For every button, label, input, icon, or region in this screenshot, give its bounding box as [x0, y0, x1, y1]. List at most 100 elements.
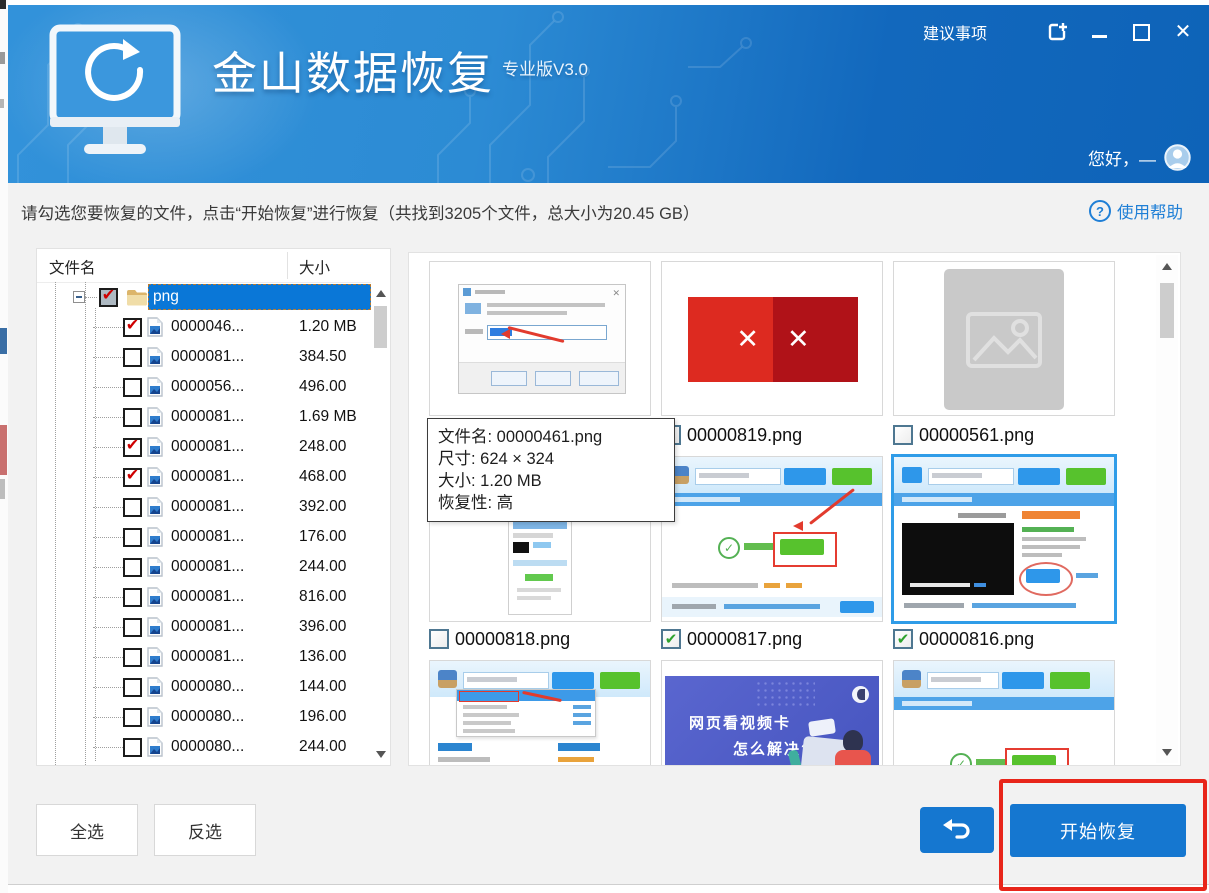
- file-checkbox[interactable]: [123, 468, 142, 487]
- file-size: 384.50: [299, 348, 377, 366]
- thumbnail-tile-red-x[interactable]: ✕✕: [661, 261, 883, 416]
- desktop-background-sliver: [0, 0, 8, 893]
- tree-file-row[interactable]: 0000081...392.00: [37, 492, 390, 522]
- file-checkbox[interactable]: [123, 408, 142, 427]
- scroll-thumb[interactable]: [374, 306, 387, 348]
- file-checkbox[interactable]: [123, 438, 142, 457]
- tree-file-row[interactable]: 0000080...196.00: [37, 702, 390, 732]
- image-file-icon: [146, 557, 164, 577]
- thumbnail-label: 00000561.png: [893, 423, 1034, 447]
- thumbnail-tile-search-dropdown[interactable]: [429, 660, 651, 766]
- start-recovery-button[interactable]: 开始恢复: [1010, 804, 1186, 857]
- tree-file-row[interactable]: 0000081...248.00: [37, 432, 390, 462]
- suggestions-link[interactable]: 建议事项: [923, 20, 987, 44]
- thumbnail-checkbox[interactable]: [893, 425, 913, 445]
- tree-file-row[interactable]: 0000081...396.00: [37, 612, 390, 642]
- file-checkbox[interactable]: [123, 678, 142, 697]
- broken-image-icon: [966, 312, 1042, 368]
- file-size: 196.00: [299, 708, 377, 726]
- maximize-button[interactable]: [1129, 20, 1153, 44]
- thumbnail-filename: 00000818.png: [455, 629, 570, 650]
- scroll-down-arrow[interactable]: [1156, 743, 1178, 761]
- file-checkbox[interactable]: [123, 618, 142, 637]
- thumbnail-tile-fix-result[interactable]: ✓: [661, 456, 883, 622]
- file-checkbox[interactable]: [123, 558, 142, 577]
- file-tree-panel: 文件名 大小 png 0000046...1.20 MB: [36, 248, 391, 766]
- thumbnail-label: 00000819.png: [661, 423, 802, 447]
- close-button[interactable]: ✕: [1171, 20, 1195, 44]
- thumbnail-checkbox[interactable]: [661, 629, 681, 649]
- file-size: 144.00: [299, 678, 377, 696]
- file-size: 816.00: [299, 588, 377, 606]
- file-size: 396.00: [299, 618, 377, 636]
- tree-file-row[interactable]: 0000081... 468.00: [37, 462, 390, 492]
- file-size: 248.00: [299, 438, 377, 456]
- file-checkbox[interactable]: [123, 588, 142, 607]
- file-checkbox[interactable]: [123, 498, 142, 517]
- help-question-icon: ?: [1089, 200, 1111, 222]
- user-avatar-icon[interactable]: [1164, 144, 1191, 171]
- select-all-button[interactable]: 全选: [36, 804, 138, 856]
- collapse-toggle-icon[interactable]: [73, 291, 85, 303]
- file-checkbox[interactable]: [123, 648, 142, 667]
- file-checkbox[interactable]: [123, 348, 142, 367]
- thumbnail-tile-run-dialog[interactable]: ✕: [429, 261, 651, 416]
- image-file-icon: [146, 497, 164, 517]
- file-name: 0000081...: [171, 498, 277, 516]
- image-file-icon: [146, 467, 164, 487]
- image-file-icon: [146, 527, 164, 547]
- tree-file-row[interactable]: 0000081...136.00: [37, 642, 390, 672]
- tree-file-row[interactable]: 0000080...244.00: [37, 732, 390, 762]
- tree-scrollbar[interactable]: [371, 282, 390, 765]
- image-file-icon: [146, 617, 164, 637]
- thumbnail-checkbox[interactable]: [429, 629, 449, 649]
- file-size: 468.00: [299, 468, 377, 486]
- grid-scrollbar[interactable]: [1156, 255, 1178, 763]
- scroll-up-arrow[interactable]: [371, 284, 390, 302]
- greeting: 您好，—: [1088, 144, 1191, 171]
- thumbnail-filename: 00000561.png: [919, 425, 1034, 446]
- file-checkbox[interactable]: [123, 318, 142, 337]
- folder-name: png: [153, 288, 179, 306]
- file-checkbox[interactable]: [123, 708, 142, 727]
- tree-file-row[interactable]: 0000081...384.50: [37, 342, 390, 372]
- image-file-icon: [146, 347, 164, 367]
- title-wrap: 金山数据恢复 专业版V3.0: [212, 49, 588, 99]
- scroll-down-arrow[interactable]: [371, 745, 390, 763]
- minimize-button[interactable]: [1087, 20, 1111, 44]
- tree-file-row[interactable]: 0000080... 144.00: [37, 672, 390, 702]
- selected-folder-highlight[interactable]: png: [148, 284, 371, 310]
- thumbnail-tile-video-page[interactable]: [893, 456, 1115, 622]
- help-link-label: 使用帮助: [1117, 199, 1183, 223]
- file-size: 496.00: [299, 378, 377, 396]
- file-name: 0000081...: [171, 468, 277, 486]
- folder-checkbox[interactable]: [99, 288, 118, 307]
- tree-file-row[interactable]: 0000046...1.20 MB: [37, 312, 390, 342]
- help-link[interactable]: ? 使用帮助: [1089, 199, 1183, 223]
- tree-file-row[interactable]: 0000081...176.00: [37, 522, 390, 552]
- thumbnail-checkbox[interactable]: [893, 629, 913, 649]
- tree-file-row[interactable]: 0000056...496.00: [37, 372, 390, 402]
- folder-icon: [126, 288, 148, 306]
- image-file-icon: [146, 377, 164, 397]
- file-checkbox[interactable]: [123, 528, 142, 547]
- file-size: 136.00: [299, 648, 377, 666]
- scroll-up-arrow[interactable]: [1156, 257, 1178, 275]
- file-name: 0000080...: [171, 678, 277, 696]
- invert-selection-button[interactable]: 反选: [154, 804, 256, 856]
- back-undo-button[interactable]: [920, 807, 994, 853]
- file-checkbox[interactable]: [123, 738, 142, 757]
- tree-file-row[interactable]: 0000081...1.69 MB: [37, 402, 390, 432]
- image-file-icon: [146, 437, 164, 457]
- thumbnail-tile-placeholder[interactable]: [893, 261, 1115, 416]
- thumbnail-tile-fix-result-2[interactable]: ✓: [893, 660, 1115, 766]
- app-window: 金山数据恢复 专业版V3.0 建议事项 ✕ 您好，— 请勾选您要恢复的文件，点击…: [8, 5, 1209, 885]
- file-checkbox[interactable]: [123, 378, 142, 397]
- share-feedback-icon[interactable]: [1045, 20, 1069, 44]
- tree-folder-row[interactable]: png: [37, 282, 390, 312]
- tree-file-row[interactable]: 0000081...244.00: [37, 552, 390, 582]
- tree-header: 文件名 大小: [37, 249, 390, 283]
- tree-file-row[interactable]: 0000081...816.00: [37, 582, 390, 612]
- scroll-thumb[interactable]: [1160, 283, 1174, 338]
- thumbnail-tile-banner[interactable]: 网页看视频卡 怎么解决? 金山毒霸快速修复: [661, 660, 883, 766]
